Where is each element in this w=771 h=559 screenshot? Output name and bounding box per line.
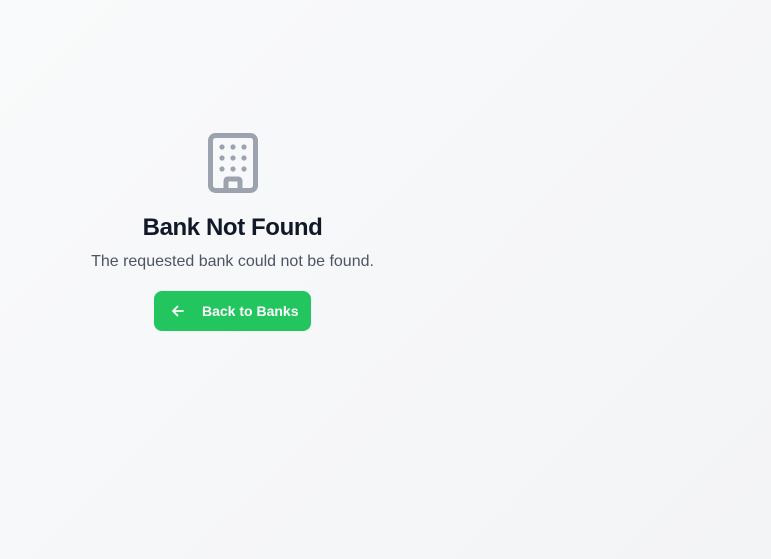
- arrow-left-icon: [172, 305, 184, 317]
- error-message: The requested bank could not be found.: [91, 253, 374, 270]
- empty-state: Bank Not Found The requested bank could …: [0, 133, 465, 331]
- not-found-panel: Bank Not Found The requested bank could …: [0, 0, 465, 559]
- page-title: Bank Not Found: [142, 214, 323, 241]
- back-to-banks-button[interactable]: Back to Banks: [154, 291, 311, 331]
- back-button-label: Back to Banks: [202, 303, 299, 319]
- building-icon: [207, 133, 258, 193]
